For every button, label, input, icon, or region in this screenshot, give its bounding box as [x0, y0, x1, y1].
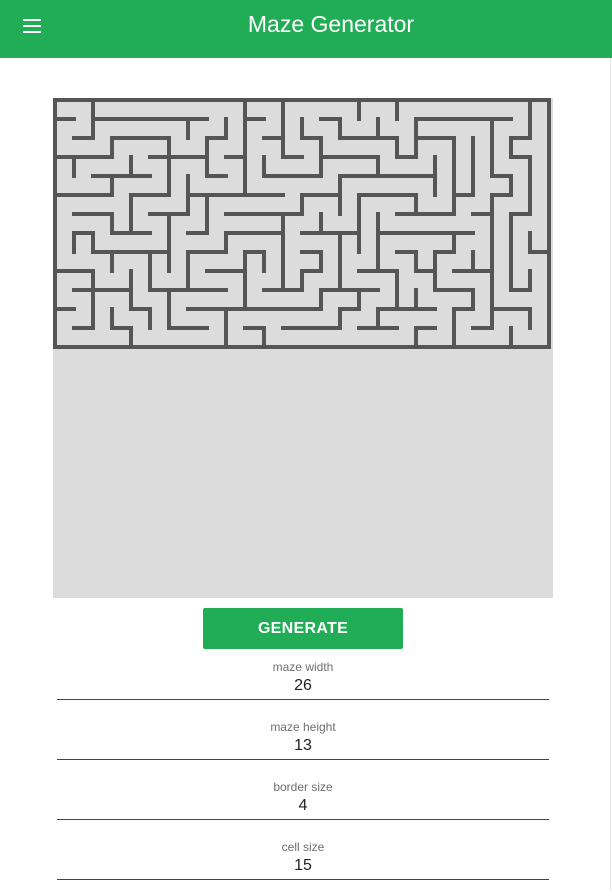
- maze-width-field: maze width: [57, 658, 549, 716]
- generate-button[interactable]: GENERATE: [203, 608, 403, 649]
- maze-walls: [53, 98, 551, 349]
- maze-height-label: maze height: [270, 720, 336, 734]
- cell-size-label: cell size: [281, 840, 325, 854]
- cell-size-field: cell size: [57, 838, 549, 896]
- border-size-label: border size: [273, 780, 333, 794]
- maze-height-input[interactable]: [57, 734, 549, 760]
- app-bar: Maze Generator: [0, 0, 612, 58]
- maze-width-input[interactable]: [57, 674, 549, 700]
- border-size-input[interactable]: [57, 794, 549, 820]
- border-size-field: border size: [57, 778, 549, 836]
- cell-size-input[interactable]: [57, 854, 549, 880]
- app-title: Maze Generator: [247, 11, 415, 37]
- maze-height-field: maze height: [57, 718, 549, 776]
- maze-drawing: [53, 98, 551, 349]
- maze-width-label: maze width: [272, 660, 334, 674]
- maze-canvas: [53, 98, 553, 598]
- page-divider: [610, 58, 611, 890]
